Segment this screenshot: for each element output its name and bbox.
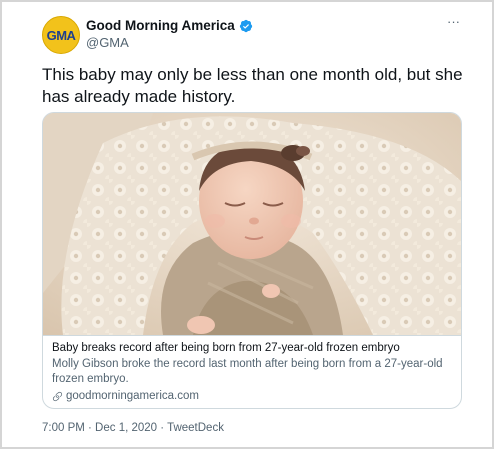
author-name-row: Good Morning America xyxy=(86,18,253,33)
card-domain[interactable]: goodmorningamerica.com xyxy=(52,389,454,404)
more-icon[interactable]: ··· xyxy=(447,14,460,29)
handle[interactable]: @GMA xyxy=(86,35,129,50)
card-title[interactable]: Baby breaks record after being born from… xyxy=(52,341,454,356)
card-image[interactable] xyxy=(43,113,461,335)
tweet: GMA Good Morning America @GMA ··· This b… xyxy=(16,10,482,442)
card-description: Molly Gibson broke the record last month… xyxy=(52,358,443,385)
newborn-baby-photo xyxy=(43,113,461,335)
link-card[interactable]: Baby breaks record after being born from… xyxy=(42,112,462,409)
tweet-text: This baby may only be less than one mont… xyxy=(42,65,463,106)
avatar-logo-text: GMA xyxy=(46,27,76,43)
avatar[interactable]: GMA xyxy=(42,16,80,54)
card-meta[interactable]: Baby breaks record after being born from… xyxy=(43,335,461,408)
display-name[interactable]: Good Morning America xyxy=(86,18,235,33)
link-icon xyxy=(52,391,63,402)
timestamp[interactable]: 7:00 PM · Dec 1, 2020 · TweetDeck xyxy=(42,422,224,434)
card-domain-text[interactable]: goodmorningamerica.com xyxy=(66,389,199,404)
verified-badge-icon xyxy=(239,19,252,32)
screenshot-frame: GMA Good Morning America @GMA ··· This b… xyxy=(0,0,494,449)
